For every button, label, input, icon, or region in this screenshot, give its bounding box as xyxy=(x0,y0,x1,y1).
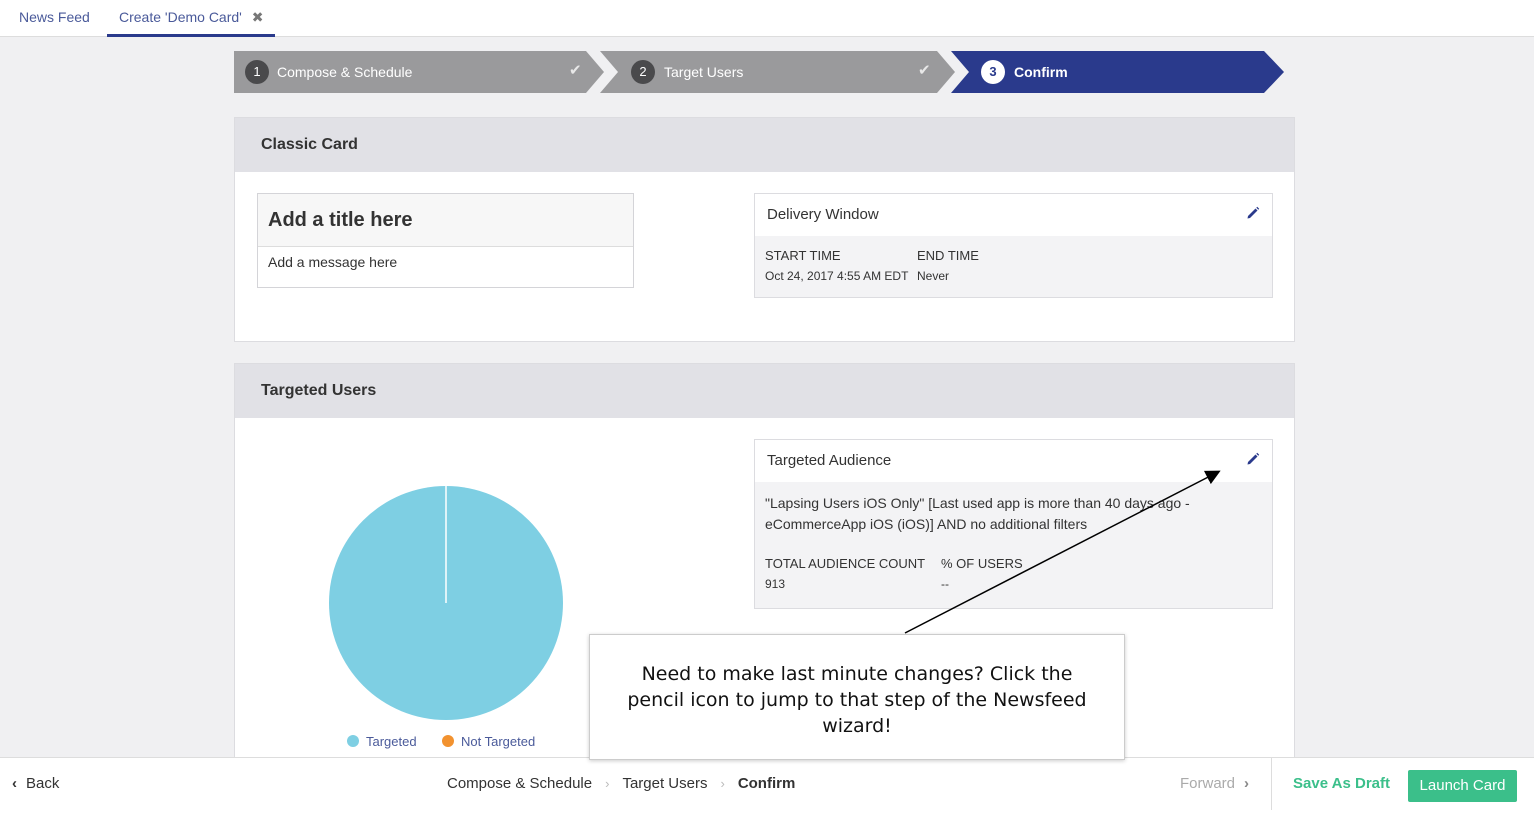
classic-card-panel: Classic Card Add a title here Add a mess… xyxy=(234,117,1295,342)
audience-pie-chart xyxy=(329,486,563,720)
audience-count-label: TOTAL AUDIENCE COUNT xyxy=(765,556,926,571)
tab-bar: News Feed Create 'Demo Card' ✖ xyxy=(0,0,1534,37)
panel-title: Targeted Users xyxy=(235,364,1294,418)
start-time-group: START TIME Oct 24, 2017 4:55 AM EDT xyxy=(765,248,908,283)
launch-card-button[interactable]: Launch Card xyxy=(1408,770,1517,802)
step-3-number: 3 xyxy=(981,60,1005,84)
delivery-window-header: Delivery Window xyxy=(755,194,1272,236)
users-pct-label: % OF USERS xyxy=(941,556,1023,571)
users-pct-value: -- xyxy=(941,577,949,591)
chevron-right-icon: › xyxy=(1244,775,1250,792)
chevron-right-icon: › xyxy=(605,776,610,791)
targeted-audience-box: Targeted Audience "Lapsing Users iOS Onl… xyxy=(754,439,1273,609)
targeted-audience-title: Targeted Audience xyxy=(767,452,892,469)
end-time-value: Never xyxy=(917,269,950,283)
legend-dot-not-targeted xyxy=(442,735,454,747)
audience-count-value: 913 xyxy=(765,577,786,591)
back-button[interactable]: ‹ Back xyxy=(12,758,59,810)
chevron-right-icon: › xyxy=(720,776,725,791)
footer-breadcrumb: Compose & Schedule › Target Users › Confirm xyxy=(447,758,795,810)
delivery-window-box: Delivery Window START TIME Oct 24, 2017 … xyxy=(754,193,1273,298)
delivery-window-body: START TIME Oct 24, 2017 4:55 AM EDT END … xyxy=(755,236,1272,298)
step-1-label: Compose & Schedule xyxy=(277,64,413,80)
crumb-compose-schedule[interactable]: Compose & Schedule xyxy=(447,775,592,792)
forward-label: Forward xyxy=(1180,775,1236,792)
preview-message: Add a message here xyxy=(268,254,398,270)
start-time-value: Oct 24, 2017 4:55 AM EDT xyxy=(765,269,909,283)
step-2-label: Target Users xyxy=(664,64,744,80)
audience-count-group: TOTAL AUDIENCE COUNT 913 xyxy=(765,556,925,591)
wizard-footer: ‹ Back Compose & Schedule › Target Users › Co… xyxy=(0,757,1534,814)
step-confirm[interactable]: 3 Confirm xyxy=(951,51,1284,93)
wizard-stepper: 1 Compose & Schedule ✔ 2 Target Users ✔ … xyxy=(234,51,1294,93)
forward-button[interactable]: Forward › xyxy=(1180,758,1249,810)
legend-item-targeted: Targeted xyxy=(347,734,417,749)
start-time-label: START TIME xyxy=(765,248,841,263)
crumb-confirm[interactable]: Confirm xyxy=(738,775,796,792)
crumb-target-users[interactable]: Target Users xyxy=(622,775,707,792)
step-2-number: 2 xyxy=(631,60,655,84)
delivery-window-title: Delivery Window xyxy=(767,206,879,223)
back-label: Back xyxy=(26,775,60,792)
step-3-label: Confirm xyxy=(1014,64,1068,80)
panel-title: Classic Card xyxy=(235,118,1294,172)
tab-create-label: Create 'Demo Card' xyxy=(119,9,242,25)
footer-divider xyxy=(1271,758,1272,810)
audience-description: "Lapsing Users iOS Only" [Last used app … xyxy=(765,495,1190,532)
step-1-number: 1 xyxy=(245,60,269,84)
preview-title: Add a title here xyxy=(258,194,633,247)
tab-create-demo-card[interactable]: Create 'Demo Card' ✖ xyxy=(107,0,276,37)
save-as-draft-button[interactable]: Save As Draft xyxy=(1293,758,1390,810)
legend-item-not-targeted: Not Targeted xyxy=(442,734,535,749)
pencil-icon[interactable] xyxy=(1246,452,1260,466)
step-compose-schedule[interactable]: 1 Compose & Schedule ✔ xyxy=(234,51,604,93)
targeted-audience-header: Targeted Audience xyxy=(755,440,1272,482)
end-time-label: END TIME xyxy=(917,248,979,263)
users-pct-group: % OF USERS -- xyxy=(941,556,1023,591)
legend-label-not-targeted: Not Targeted xyxy=(461,734,536,749)
pencil-icon[interactable] xyxy=(1246,206,1260,220)
legend-dot-targeted xyxy=(347,735,359,747)
legend-label-targeted: Targeted xyxy=(366,734,417,749)
checkmark-icon: ✔ xyxy=(918,62,931,79)
step-target-users[interactable]: 2 Target Users ✔ xyxy=(600,51,955,93)
end-time-group: END TIME Never xyxy=(917,248,979,283)
tutorial-callout: Need to make last minute changes? Click … xyxy=(589,634,1125,760)
card-preview: Add a title here Add a message here xyxy=(257,193,634,288)
checkmark-icon: ✔ xyxy=(569,62,582,79)
callout-text: Need to make last minute changes? Click … xyxy=(627,663,1087,737)
tab-news-feed[interactable]: News Feed xyxy=(19,0,90,37)
targeted-audience-body: "Lapsing Users iOS Only" [Last used app … xyxy=(755,482,1272,608)
close-icon[interactable]: ✖ xyxy=(252,0,264,35)
chevron-left-icon: ‹ xyxy=(12,775,17,792)
